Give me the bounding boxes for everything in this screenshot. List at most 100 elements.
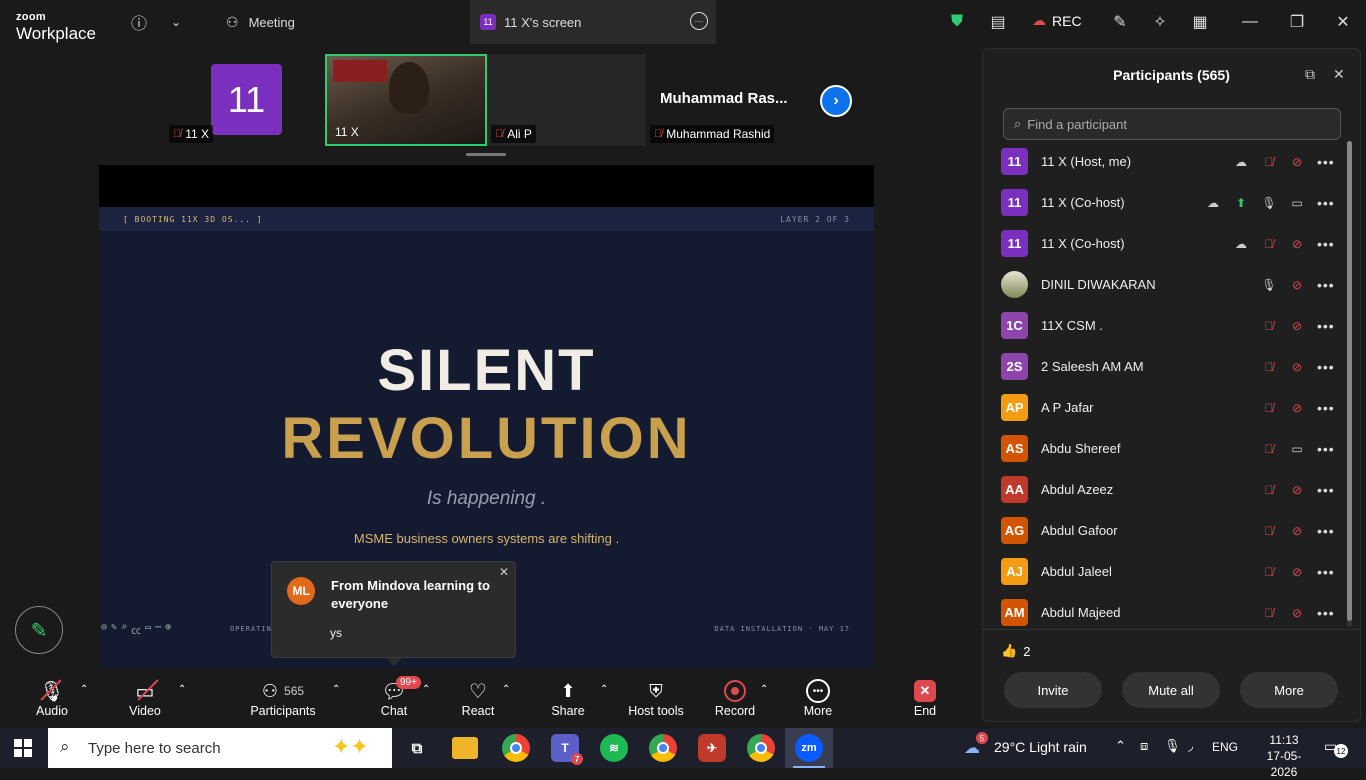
more-options-icon[interactable]: •••: [1317, 400, 1335, 416]
video-off-icon[interactable]: ⊘: [1289, 277, 1305, 293]
mic-icon[interactable]: 🎙: [1261, 277, 1277, 293]
video-tile[interactable]: 🎙̸ Ali P: [487, 54, 646, 146]
participant-search-input[interactable]: ⌕ Find a participant: [1003, 108, 1341, 140]
video-off-icon[interactable]: ⊘: [1289, 482, 1305, 498]
video-tile[interactable]: Muhammad Ras... 🎙̸ Muhammad Rashid: [646, 54, 806, 146]
video-tile[interactable]: 11 🎙̸ 11 X: [165, 54, 325, 146]
video-icon[interactable]: ▭: [1289, 195, 1305, 211]
minimize-icon[interactable]: —: [1238, 10, 1262, 34]
more-options-icon[interactable]: •••: [1317, 605, 1335, 621]
video-icon[interactable]: ▭: [145, 622, 152, 637]
panel-more-button[interactable]: More: [1240, 672, 1338, 708]
shield-check-icon[interactable]: ⛊: [945, 10, 969, 34]
more-options-icon[interactable]: •••: [1317, 195, 1335, 211]
scrollbar[interactable]: [1347, 141, 1352, 627]
weather-text[interactable]: 29°C Light rain: [994, 739, 1087, 755]
mic-off-icon[interactable]: 🎙̸: [1261, 441, 1277, 457]
slide-controls[interactable]: ⊖ ✎ ⌕ ㏄ ▭ ⋯ ⊕: [101, 622, 172, 637]
app-icon[interactable]: ✈: [698, 734, 726, 762]
participant-row[interactable]: AA Abdul Azeez 🎙̸ ⊘ •••: [983, 469, 1348, 510]
mic-off-icon[interactable]: 🎙̸: [1261, 605, 1277, 621]
pen-icon[interactable]: ✎: [111, 622, 118, 637]
mic-icon[interactable]: 🎙: [1261, 195, 1277, 211]
mic-off-icon[interactable]: 🎙̸: [1261, 359, 1277, 375]
pencil-icon[interactable]: ✎: [1108, 10, 1132, 34]
chevron-up-icon[interactable]: ⌃: [1115, 738, 1126, 754]
mute-all-button[interactable]: Mute all: [1122, 672, 1220, 708]
chrome-profile-icon[interactable]: [747, 734, 775, 762]
mic-off-icon[interactable]: 🎙̸: [1261, 154, 1277, 170]
more-options-icon[interactable]: •••: [1317, 564, 1335, 580]
teams-icon[interactable]: T7: [551, 734, 583, 765]
options-icon[interactable]: ⋯: [155, 622, 162, 637]
participant-row[interactable]: 11 11 X (Host, me) ☁ 🎙̸ ⊘ •••: [983, 141, 1348, 182]
caret-up-icon[interactable]: ⌃: [422, 684, 430, 695]
video-off-icon[interactable]: ⊘: [1289, 523, 1305, 539]
caret-up-icon[interactable]: ⌃: [332, 684, 340, 695]
host-tools-button[interactable]: ⛨ Host tools: [626, 678, 686, 719]
share-button[interactable]: ⬆︎ Share: [550, 678, 586, 719]
camera-icon[interactable]: ⧈: [1140, 738, 1148, 754]
participant-row[interactable]: AJ Abdul Jaleel 🎙̸ ⊘ •••: [983, 551, 1348, 592]
more-options-icon[interactable]: •••: [1317, 359, 1335, 375]
prev-icon[interactable]: ⊖: [101, 622, 108, 637]
close-icon[interactable]: ✕: [499, 565, 509, 579]
participant-row[interactable]: AM Abdul Majeed 🎙̸ ⊘ •••: [983, 592, 1348, 633]
chrome-icon[interactable]: [502, 734, 530, 762]
invite-button[interactable]: Invite: [1004, 672, 1102, 708]
more-options-icon[interactable]: •••: [1317, 482, 1335, 498]
participant-row[interactable]: AS Abdu Shereef 🎙̸ ▭ •••: [983, 428, 1348, 469]
mic-off-icon[interactable]: 🎙̸: [1261, 400, 1277, 416]
notes-icon[interactable]: ▤: [986, 10, 1010, 34]
annotate-pen-icon[interactable]: ✎: [15, 606, 63, 654]
cc-icon[interactable]: ㏄: [131, 622, 142, 637]
participants-button[interactable]: ⚇ 565 Participants: [250, 678, 316, 719]
info-icon[interactable]: ⓘ: [127, 10, 151, 34]
chat-notification[interactable]: ML From Mindova learning to everyone ys …: [271, 561, 516, 666]
close-icon[interactable]: ✕: [1333, 66, 1345, 83]
mic-off-icon[interactable]: 🎙̸: [1261, 236, 1277, 252]
file-explorer-icon[interactable]: [452, 737, 478, 759]
participant-row[interactable]: AG Abdul Gafoor 🎙̸ ⊘ •••: [983, 510, 1348, 551]
video-off-icon[interactable]: ⊘: [1289, 318, 1305, 334]
language-indicator[interactable]: ENG: [1212, 740, 1238, 754]
chevron-down-icon[interactable]: ⌄: [164, 10, 188, 34]
video-icon[interactable]: ▭: [1289, 441, 1305, 457]
more-options-icon[interactable]: •••: [1317, 318, 1335, 334]
participant-row[interactable]: 2S 2 Saleesh AM AM 🎙̸ ⊘ •••: [983, 346, 1348, 387]
taskbar-search-input[interactable]: ⌕ Type here to search ✦✦: [48, 728, 392, 768]
task-view-icon[interactable]: ⧉: [403, 734, 431, 762]
ai-sparkle-icon[interactable]: ✧: [1148, 10, 1172, 34]
caret-up-icon[interactable]: ⌃: [760, 684, 768, 695]
more-options-icon[interactable]: •••: [1317, 154, 1335, 170]
audio-button[interactable]: 🎙 Audio: [34, 678, 70, 718]
participant-row[interactable]: DINIL DIWAKARAN 🎙 ⊘ •••: [983, 264, 1348, 305]
video-off-icon[interactable]: ⊘: [1289, 605, 1305, 621]
caret-up-icon[interactable]: ⌃: [502, 684, 510, 695]
caret-up-icon[interactable]: ⌃: [178, 684, 186, 695]
restore-icon[interactable]: ❐: [1285, 10, 1309, 34]
mic-icon[interactable]: 🎙: [1164, 738, 1181, 754]
video-off-icon[interactable]: ⊘: [1289, 236, 1305, 252]
mic-off-icon[interactable]: 🎙̸: [1261, 523, 1277, 539]
video-tile-active-speaker[interactable]: 11 X: [325, 54, 487, 146]
caret-up-icon[interactable]: ⌃: [80, 684, 88, 695]
more-options-icon[interactable]: •••: [1317, 441, 1335, 457]
more-options-icon[interactable]: •••: [1317, 523, 1335, 539]
wifi-icon[interactable]: ◞: [1188, 738, 1193, 754]
next-icon[interactable]: ⊕: [165, 622, 172, 637]
popout-icon[interactable]: ⧉: [1305, 66, 1315, 83]
video-off-icon[interactable]: ⊘: [1289, 400, 1305, 416]
video-off-icon[interactable]: ⊘: [1289, 359, 1305, 375]
mic-off-icon[interactable]: 🎙̸: [1261, 564, 1277, 580]
strip-resize-handle[interactable]: [466, 153, 506, 156]
clock[interactable]: 11:13 17-05-2026: [1254, 732, 1314, 780]
caret-up-icon[interactable]: ⌃: [600, 684, 608, 695]
tab-screen-share[interactable]: 11 11 X's screen ···: [470, 0, 716, 44]
tab-meeting[interactable]: ⚇ Meeting: [218, 0, 303, 44]
participant-row[interactable]: 11 11 X (Co-host) ☁ ⬆ 🎙 ▭ •••: [983, 182, 1348, 223]
react-button[interactable]: ♡ React: [460, 678, 496, 719]
weather-icon[interactable]: ☁ 5: [964, 732, 988, 758]
next-page-icon[interactable]: ›: [820, 85, 852, 117]
mic-off-icon[interactable]: 🎙̸: [1261, 482, 1277, 498]
